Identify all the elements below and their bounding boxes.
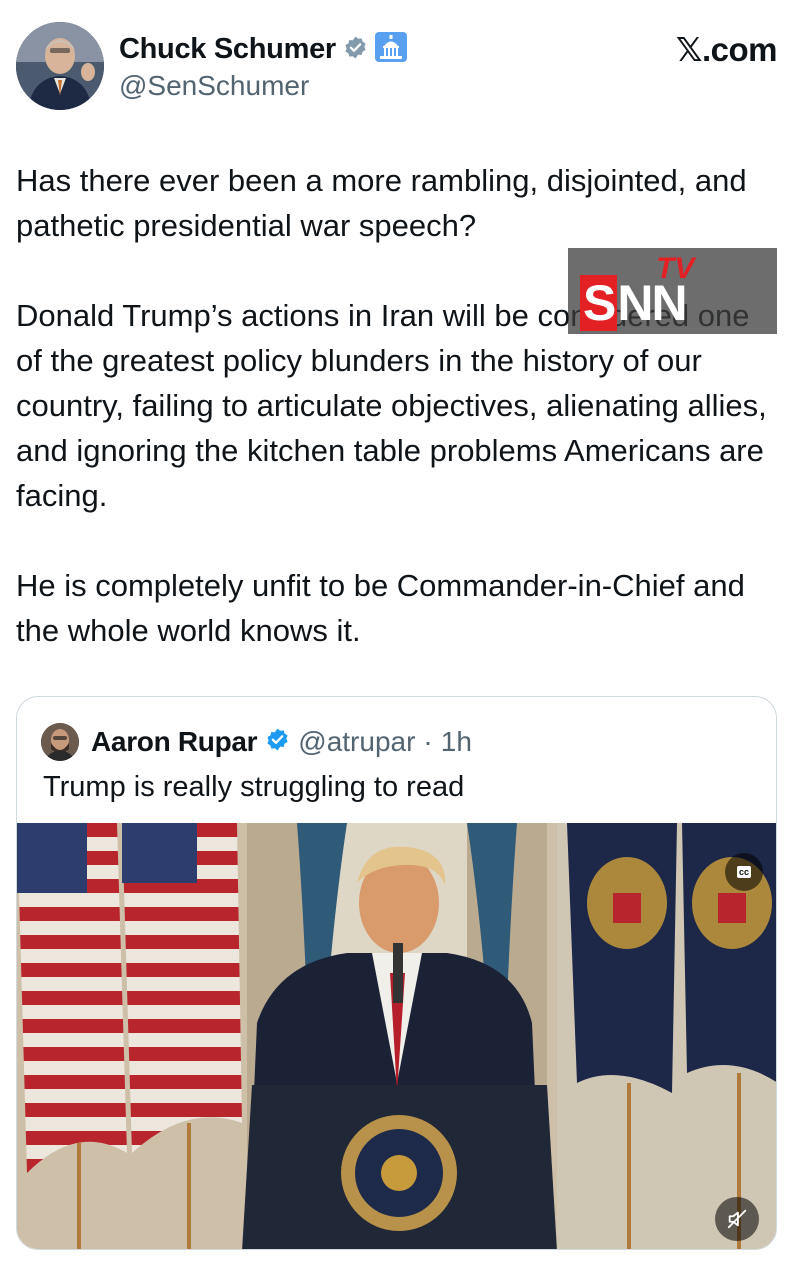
author-name-row: Chuck Schumer [119,32,407,67]
quoted-author-name[interactable]: Aaron Rupar [91,726,258,758]
quoted-author-avatar[interactable] [41,723,79,761]
watermark-snn: SNN [580,274,688,332]
capitol-icon [374,32,407,67]
video-frame [17,823,776,1249]
tweet-text: Has there ever been a more rambling, dis… [16,158,776,653]
verified-badge-icon [343,35,368,65]
captions-button[interactable]: cc [725,853,763,891]
author-handle[interactable]: @SenSchumer [119,70,309,102]
x-logo-icon: 𝕏.com [675,31,778,68]
meta-separator: · [423,726,433,757]
quoted-tweet-text: Trump is really struggling to read [43,771,465,803]
captions-label: cc [736,866,751,878]
quoted-tweet-header: Aaron Rupar @atrupar · 1h [41,723,472,761]
speaker-muted-icon [727,1209,747,1229]
author-avatar[interactable] [16,22,104,110]
mute-button[interactable] [715,1197,759,1241]
video-player[interactable]: cc [17,823,776,1249]
verified-badge-icon [265,727,290,757]
quoted-author-handle[interactable]: @atrupar [298,726,415,758]
tweet-header: Chuck Schumer @SenSchumer 𝕏.com [16,22,778,112]
quoted-tweet-time[interactable]: 1h [441,726,472,758]
author-name[interactable]: Chuck Schumer [119,33,336,66]
snn-tv-watermark: TV SNN [568,248,777,334]
quoted-tweet[interactable]: Aaron Rupar @atrupar · 1h Trump is reall… [16,696,777,1250]
tweet-paragraph: He is completely unfit to be Commander-i… [16,568,745,648]
tweet-paragraph: Has there ever been a more rambling, dis… [16,163,747,243]
